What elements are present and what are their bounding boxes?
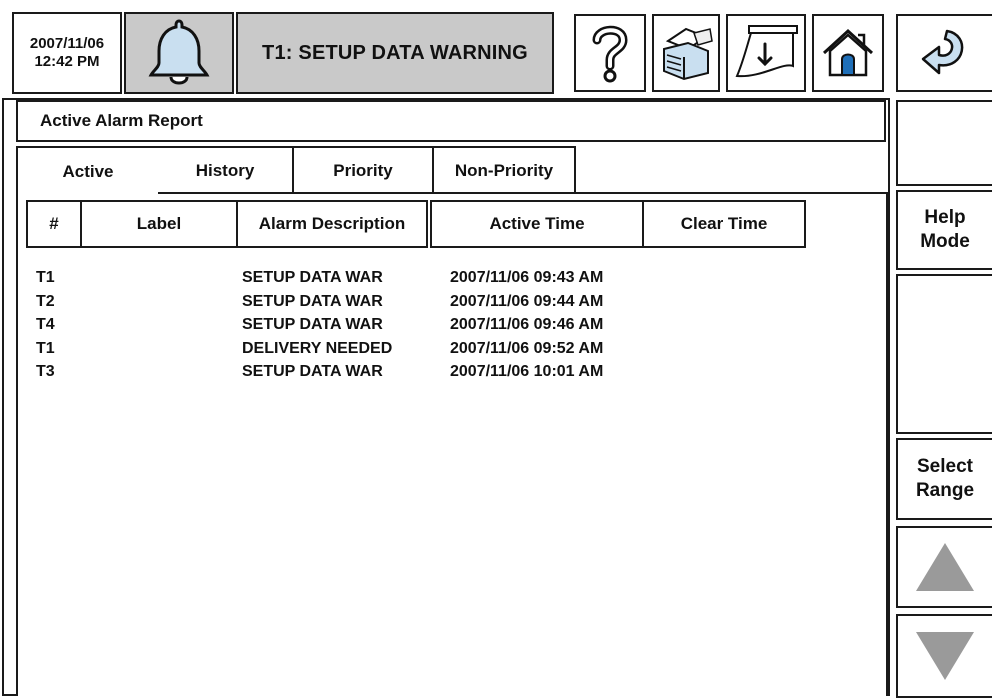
row-description: DELIVERY NEEDED xyxy=(242,339,393,357)
printer-icon xyxy=(663,27,713,81)
help-mode-button[interactable]: Help Mode xyxy=(896,190,992,270)
column-header-active-time[interactable]: Active Time xyxy=(430,200,644,248)
print-button[interactable] xyxy=(652,14,720,92)
back-button[interactable] xyxy=(896,14,992,92)
row-active-time: 2007/11/06 09:52 AM xyxy=(450,339,604,357)
row-active-time: 2007/11/06 09:44 AM xyxy=(450,292,604,310)
current-time: 12:42 PM xyxy=(34,53,100,70)
scroll-up-button[interactable] xyxy=(896,526,992,608)
row-number: T1 xyxy=(36,339,55,357)
scroll-down-button[interactable] xyxy=(896,614,992,698)
help-mode-label-line2: Mode xyxy=(920,231,970,252)
table-row[interactable]: T3 SETUP DATA WAR 2007/11/06 10:01 AM xyxy=(36,360,676,384)
row-number: T3 xyxy=(36,363,55,380)
scroll-up-icon xyxy=(916,543,974,591)
side-panel-blank-top xyxy=(896,100,992,186)
select-range-label-line1: Select xyxy=(917,456,973,477)
row-active-time: 2007/11/06 09:43 AM xyxy=(450,269,604,286)
alarm-bell-button[interactable] xyxy=(124,12,234,94)
table-row[interactable]: T2 SETUP DATA WAR 2007/11/06 09:44 AM xyxy=(36,290,676,314)
row-number: T4 xyxy=(36,316,55,333)
column-header-description[interactable]: Alarm Description xyxy=(236,200,428,248)
row-number: T1 xyxy=(36,269,55,286)
tab-active[interactable]: Active xyxy=(16,146,158,196)
column-header-clear-time[interactable]: Clear Time xyxy=(642,200,806,248)
row-description: SETUP DATA WAR xyxy=(242,316,383,333)
row-number: T2 xyxy=(36,292,55,310)
table-row[interactable]: T1 DELIVERY NEEDED 2007/11/06 09:52 AM xyxy=(36,337,676,361)
date-time-display: 2007/11/06 12:42 PM xyxy=(12,12,122,94)
tab-history[interactable]: History xyxy=(156,146,294,194)
active-tab-connector xyxy=(18,191,156,195)
tab-non-priority[interactable]: Non-Priority xyxy=(432,146,576,194)
row-active-time: 2007/11/06 09:46 AM xyxy=(450,316,604,333)
help-button[interactable] xyxy=(574,14,646,92)
column-header-label[interactable]: Label xyxy=(80,200,238,248)
tab-priority[interactable]: Priority xyxy=(292,146,434,194)
back-arrow-icon xyxy=(921,29,964,75)
warning-banner[interactable]: T1: SETUP DATA WARNING xyxy=(236,12,554,94)
help-mode-label-line1: Help xyxy=(924,207,966,228)
row-description: SETUP DATA WAR xyxy=(242,269,383,286)
home-icon xyxy=(822,28,874,77)
bell-icon xyxy=(148,19,210,85)
side-panel-blank-middle xyxy=(896,274,992,434)
select-range-label-line2: Range xyxy=(915,480,975,501)
table-row[interactable]: T1 SETUP DATA WAR 2007/11/06 09:43 AM xyxy=(36,266,676,290)
scroll-down-icon xyxy=(916,632,974,680)
table-row[interactable]: T4 SETUP DATA WAR 2007/11/06 09:46 AM xyxy=(36,313,676,337)
help-icon xyxy=(592,25,628,83)
row-active-time: 2007/11/06 10:01 AM xyxy=(450,363,604,380)
report-title: Active Alarm Report xyxy=(16,100,886,142)
row-description: SETUP DATA WAR xyxy=(242,363,383,380)
download-icon xyxy=(735,25,798,78)
home-button[interactable] xyxy=(812,14,884,92)
row-description: SETUP DATA WAR xyxy=(242,292,383,310)
download-button[interactable] xyxy=(726,14,806,92)
column-header-number[interactable]: # xyxy=(26,200,82,248)
alarm-list: T1 SETUP DATA WAR 2007/11/06 09:43 AM T2… xyxy=(36,266,676,384)
select-range-button[interactable]: Select Range xyxy=(896,438,992,520)
current-date: 2007/11/06 xyxy=(29,35,105,52)
